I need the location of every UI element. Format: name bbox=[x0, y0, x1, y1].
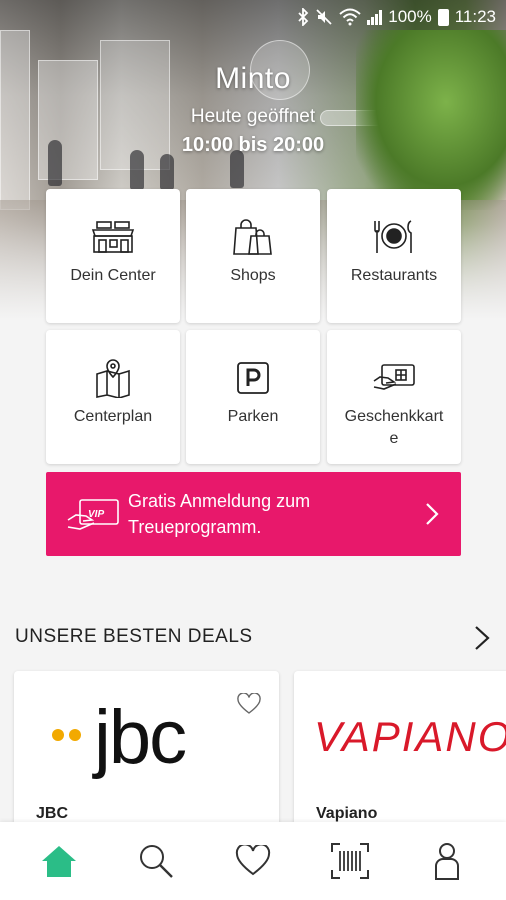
nav-scan[interactable] bbox=[320, 831, 380, 891]
deal-name: JBC bbox=[36, 805, 69, 822]
search-icon bbox=[139, 845, 173, 878]
battery-icon bbox=[437, 8, 449, 26]
center-icon bbox=[91, 217, 135, 257]
jbc-logo-text: jbc bbox=[92, 701, 185, 780]
jbc-logo: jbc bbox=[52, 701, 187, 780]
battery-level: 100% bbox=[388, 7, 432, 26]
wifi-icon bbox=[339, 8, 361, 26]
heart-icon bbox=[235, 845, 271, 876]
nav-favorites[interactable] bbox=[223, 831, 283, 891]
bluetooth-icon bbox=[298, 8, 309, 26]
clock: 11:23 bbox=[454, 7, 496, 26]
gift-card-icon bbox=[372, 358, 416, 398]
chevron-right-icon bbox=[426, 503, 439, 525]
tile-dein-center[interactable]: Dein Center bbox=[46, 189, 180, 323]
deal-card[interactable]: jbc JBC bbox=[14, 671, 279, 841]
tile-label: Parken bbox=[227, 408, 279, 425]
tile-label: Dein Center bbox=[70, 267, 156, 284]
home-icon bbox=[41, 846, 76, 877]
signal-icon bbox=[367, 9, 383, 25]
barcode-scan-icon bbox=[331, 843, 370, 879]
vip-card-icon: VIP bbox=[67, 499, 119, 530]
deal-card[interactable]: VAPIANO Vapiano bbox=[294, 671, 506, 841]
vapiano-logo: VAPIANO bbox=[314, 713, 506, 760]
tile-centerplan[interactable]: Centerplan bbox=[46, 330, 180, 464]
nav-profile[interactable] bbox=[417, 831, 477, 891]
deals-section-title: UNSERE BESTEN DEALS bbox=[15, 626, 253, 647]
profile-icon bbox=[435, 843, 460, 880]
tile-label: Geschenkkarte bbox=[344, 408, 444, 447]
center-title: Minto bbox=[215, 62, 291, 95]
tile-geschenkkarte[interactable]: Geschenkkarte bbox=[327, 330, 461, 464]
loyalty-signup-banner[interactable]: VIP Gratis Anmeldung zum Treueprogramm. bbox=[46, 472, 461, 556]
chevron-right-icon[interactable] bbox=[470, 624, 494, 652]
vip-banner-text: Gratis Anmeldung zum Treueprogramm. bbox=[128, 491, 311, 537]
tile-parken[interactable]: Parken bbox=[186, 330, 320, 464]
deal-name: Vapiano bbox=[316, 805, 378, 822]
map-pin-icon bbox=[91, 358, 135, 398]
tile-restaurants[interactable]: Restaurants bbox=[327, 189, 461, 323]
opening-label: Heute geöffnet bbox=[190, 106, 316, 127]
plate-cutlery-icon bbox=[372, 217, 416, 257]
tile-label: Restaurants bbox=[350, 267, 438, 284]
status-bar: 100% 11:23 bbox=[0, 0, 506, 34]
bottom-navigation bbox=[0, 822, 506, 900]
parking-icon bbox=[231, 358, 275, 398]
nav-search[interactable] bbox=[126, 831, 186, 891]
opening-hours: 10:00 bis 20:00 bbox=[181, 134, 325, 156]
mute-icon bbox=[316, 9, 332, 25]
tile-label: Shops bbox=[230, 267, 276, 284]
shopping-bags-icon bbox=[231, 217, 275, 257]
tile-label: Centerplan bbox=[73, 408, 153, 425]
person bbox=[160, 154, 174, 190]
vapiano-logo-text: VAPIANO bbox=[314, 713, 506, 760]
tile-shops[interactable]: Shops bbox=[186, 189, 320, 323]
nav-home[interactable] bbox=[29, 831, 89, 891]
